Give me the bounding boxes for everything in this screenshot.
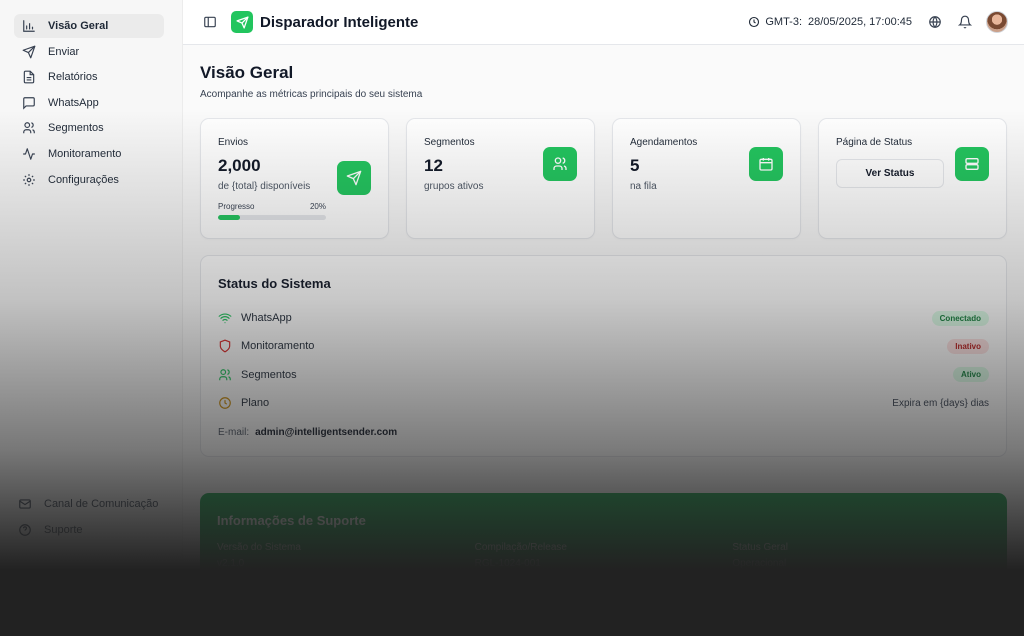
- file-text-icon: [22, 70, 36, 84]
- status-row-segmentos: Segmentos Ativo: [218, 361, 989, 389]
- users-icon: [543, 147, 577, 181]
- status-row-whatsapp: WhatsApp Conectado: [218, 304, 989, 332]
- content: Visão Geral Acompanhe as métricas princi…: [183, 45, 1024, 623]
- globe-icon[interactable]: [928, 15, 942, 29]
- progress-row: Progresso 20%: [218, 202, 326, 211]
- progress-percent: 20%: [309, 202, 326, 211]
- card-sub: grupos ativos: [424, 181, 484, 192]
- app-title: Disparador Inteligente: [260, 13, 419, 31]
- datetime-value: 28/05/2025, 17:00:45: [808, 16, 912, 28]
- support-item-label: Versão do Sistema: [217, 542, 301, 553]
- email-row: E-mail: admin@intelligentsender.com: [218, 427, 989, 438]
- sidebar-item-label: Monitoramento: [48, 147, 122, 160]
- support-grid: Versão do Sistema v2.1.0 Compilação/Rele…: [217, 542, 990, 569]
- sidebar-item-configuracoes[interactable]: Configurações: [14, 168, 164, 192]
- mail-icon: [18, 497, 32, 511]
- status-badge: Ativo: [953, 367, 989, 383]
- sidebar-item-label: Canal de Comunicação: [44, 498, 159, 510]
- card-status-page: Página de Status Ver Status: [818, 118, 1007, 239]
- logo-send-icon: [231, 11, 253, 33]
- progress-fill: [218, 215, 240, 220]
- card-agendamentos: Agendamentos 5 na fila: [612, 118, 801, 239]
- sidebar-item-label: Segmentos: [48, 122, 104, 135]
- status-badge: Conectado: [931, 310, 989, 326]
- avatar[interactable]: [986, 11, 1008, 33]
- main-area: Disparador Inteligente GMT-3: 28/05/2025…: [183, 0, 1024, 636]
- sidebar: Visão Geral Enviar Relatórios WhatsApp S…: [0, 0, 183, 636]
- timezone-label: GMT-3:: [765, 16, 803, 28]
- server-icon: [955, 147, 989, 181]
- sidebar-item-whatsapp[interactable]: WhatsApp: [14, 91, 164, 115]
- send-icon: [22, 45, 36, 59]
- wifi-icon: [218, 311, 232, 325]
- support-item-label: Compilação/Release: [474, 542, 567, 553]
- sidebar-toggle-icon[interactable]: [203, 15, 217, 29]
- activity-icon: [22, 147, 36, 161]
- sidebar-item-visao-geral[interactable]: Visão Geral: [14, 14, 164, 38]
- support-title: Informações de Suporte: [217, 513, 366, 528]
- clock-icon: [218, 396, 232, 410]
- status-row-plano: Plano Expira em {days} dias: [218, 389, 989, 417]
- sidebar-item-relatorios[interactable]: Relatórios: [14, 65, 164, 89]
- sidebar-bottom: Canal de Comunicação Suporte: [10, 492, 180, 543]
- sidebar-item-canal-comunicacao[interactable]: Canal de Comunicação: [10, 492, 162, 516]
- card-envios: Envios 2,000 de {total} disponíveis Prog…: [200, 118, 389, 239]
- bar-chart-icon: [22, 19, 36, 33]
- app-root: Visão Geral Enviar Relatórios WhatsApp S…: [0, 0, 1024, 636]
- support-item: Compilação/Release RGL-1024-001: [475, 542, 733, 569]
- email-label: E-mail:: [218, 427, 250, 439]
- message-icon: [22, 96, 36, 110]
- card-sub: na fila: [630, 181, 657, 192]
- calendar-icon: [749, 147, 783, 181]
- sidebar-item-enviar[interactable]: Enviar: [14, 40, 164, 64]
- datetime-display: GMT-3: 28/05/2025, 17:00:45: [748, 16, 912, 28]
- sidebar-item-label: Enviar: [48, 45, 80, 58]
- status-row-label: Segmentos: [241, 368, 297, 381]
- page-title: Visão Geral: [200, 63, 294, 82]
- help-icon: [18, 523, 32, 537]
- view-status-button[interactable]: Ver Status: [836, 159, 944, 188]
- progress-label: Progresso: [218, 202, 255, 211]
- top-bar: Disparador Inteligente GMT-3: 28/05/2025…: [183, 0, 1024, 45]
- plan-expiry: Expira em {days} dias: [892, 397, 989, 409]
- bell-icon[interactable]: [957, 15, 973, 29]
- sidebar-item-label: WhatsApp: [48, 96, 99, 109]
- system-status-panel: Status do Sistema WhatsApp Conectado Mon…: [200, 255, 1007, 457]
- sidebar-item-label: Relatórios: [48, 71, 98, 84]
- progress-bar: [218, 215, 326, 220]
- status-row-monitoramento: Monitoramento Inativo: [218, 332, 989, 360]
- users-icon: [22, 121, 36, 135]
- sidebar-item-monitoramento[interactable]: Monitoramento: [14, 142, 164, 166]
- users-icon: [218, 368, 232, 382]
- sidebar-item-segmentos[interactable]: Segmentos: [14, 116, 164, 140]
- status-row-label: Monitoramento: [241, 340, 315, 353]
- status-row-label: Plano: [241, 397, 270, 410]
- system-status-list: WhatsApp Conectado Monitoramento Inativo…: [218, 304, 989, 417]
- support-item-value: RGL-1024-001: [474, 558, 541, 569]
- status-row-label: WhatsApp: [241, 312, 292, 325]
- support-item-value: Operacional: [732, 558, 787, 569]
- system-status-title: Status do Sistema: [218, 276, 331, 291]
- card-label: Envios: [218, 137, 249, 148]
- support-item-label: Status Geral: [732, 542, 788, 553]
- status-badge: Inativo: [947, 338, 989, 354]
- gear-icon: [22, 173, 36, 187]
- metric-cards: Envios 2,000 de {total} disponíveis Prog…: [200, 118, 1007, 239]
- shield-icon: [218, 339, 232, 353]
- send-icon: [337, 161, 371, 195]
- email-value: admin@intelligentsender.com: [255, 427, 398, 439]
- clock-icon: [749, 16, 760, 28]
- sidebar-item-suporte[interactable]: Suporte: [10, 518, 162, 542]
- sidebar-item-label: Visão Geral: [48, 20, 109, 32]
- sidebar-item-label: Configurações: [48, 173, 119, 186]
- support-item: Status Geral Operacional: [732, 542, 990, 569]
- sidebar-item-label: Suporte: [44, 523, 83, 536]
- support-info-panel: Informações de Suporte Versão do Sistema…: [200, 493, 1007, 623]
- support-item-value: v2.1.0: [217, 558, 245, 569]
- page-subtitle: Acompanhe as métricas principais do seu …: [200, 89, 423, 100]
- card-segmentos: Segmentos 12 grupos ativos: [406, 118, 595, 239]
- support-item: Versão do Sistema v2.1.0: [217, 542, 475, 569]
